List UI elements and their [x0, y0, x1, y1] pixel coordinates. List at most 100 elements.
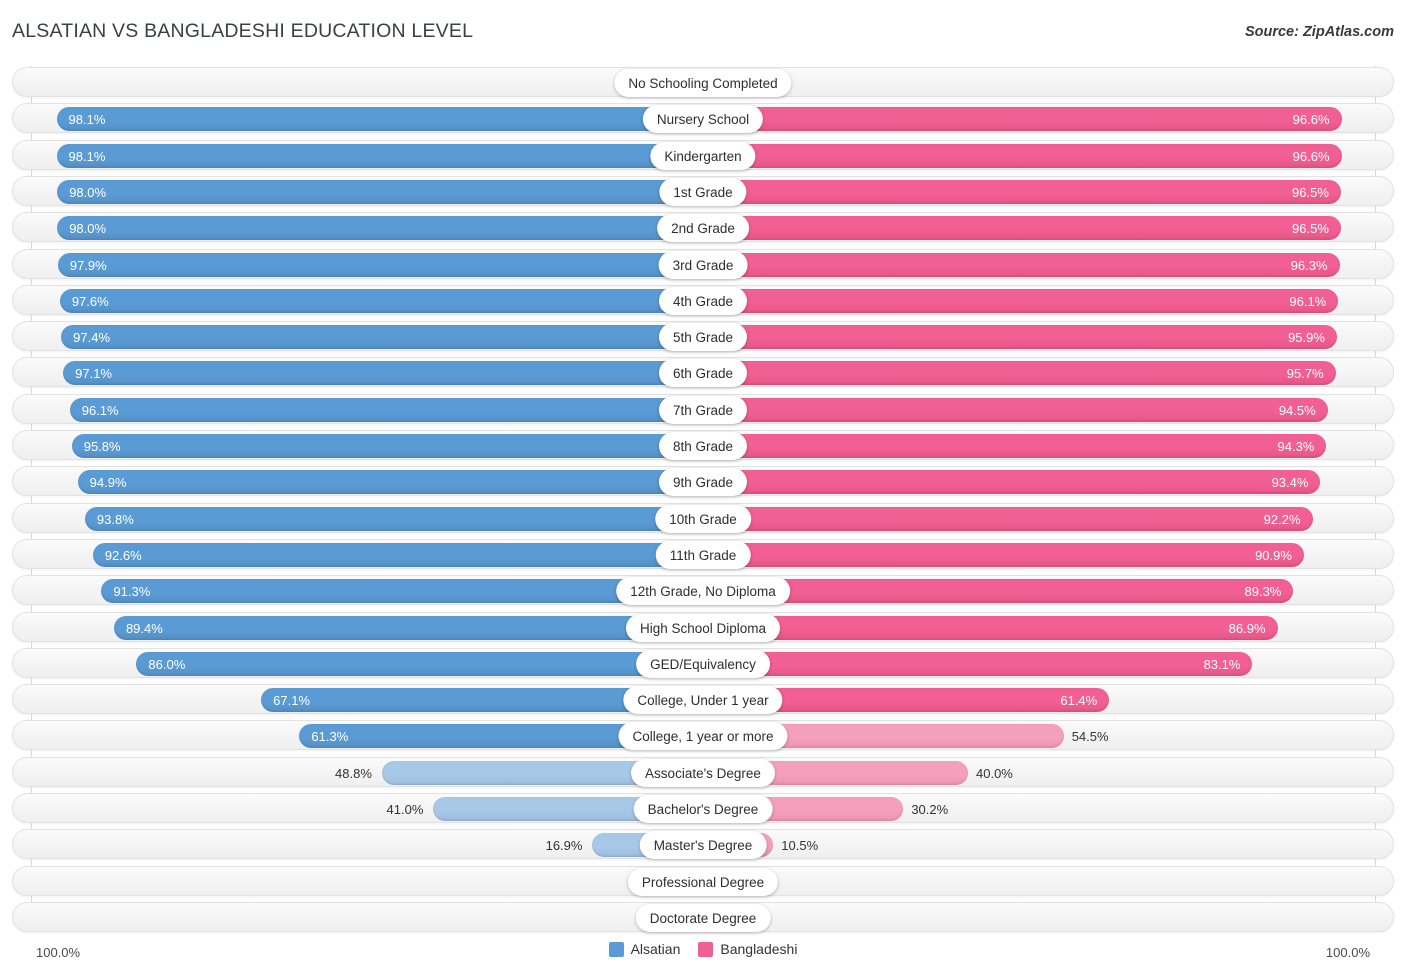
bar-alsatian[interactable]: 95.8%	[71, 434, 704, 458]
legend-swatch-bangladeshi	[698, 941, 714, 957]
table-row[interactable]: 98.0% 96.5% 1st Grade	[12, 176, 1394, 206]
bar-value-bangladeshi: 96.1%	[1289, 293, 1327, 309]
category-label: 3rd Grade	[658, 251, 748, 279]
bar-bangladeshi[interactable]: 96.5%	[704, 180, 1341, 204]
row-inner: 86.0% 83.1% GED/Equivalency	[13, 649, 1393, 678]
bar-value-alsatian: 91.3%	[113, 583, 151, 599]
bar-alsatian[interactable]: 97.9%	[57, 253, 704, 277]
legend-label-alsatian: Alsatian	[630, 941, 681, 957]
table-row[interactable]: 97.4% 95.9% 5th Grade	[12, 321, 1394, 351]
table-row[interactable]: 2.1%1.2%Doctorate Degree	[12, 902, 1394, 932]
bar-bangladeshi[interactable]: 96.5%	[704, 216, 1341, 240]
table-row[interactable]: 92.6% 90.9% 11th Grade	[12, 539, 1394, 569]
table-row[interactable]: 94.9% 93.4% 9th Grade	[12, 466, 1394, 496]
bar-alsatian[interactable]: 97.1%	[63, 361, 704, 385]
bar-alsatian[interactable]: 92.6%	[92, 543, 704, 567]
row-inner: 41.0% 30.2% Bachelor's Degree	[13, 794, 1393, 823]
row-inner: 98.0% 96.5% 2nd Grade	[13, 213, 1393, 242]
category-label: Professional Degree	[627, 868, 779, 896]
bar-value-alsatian: 98.0%	[69, 184, 107, 200]
table-row[interactable]: 89.4% 86.9% High School Diploma	[12, 612, 1394, 642]
bar-alsatian[interactable]: 97.4%	[61, 325, 704, 349]
bar-value-alsatian: 98.1%	[68, 148, 106, 164]
bar-bangladeshi[interactable]: 94.3%	[704, 434, 1327, 458]
legend-item-bangladeshi[interactable]: Bangladeshi	[698, 941, 797, 957]
table-row[interactable]: 54.5% 61.3% College, 1 year or more	[12, 720, 1394, 750]
bar-value-alsatian: 96.1%	[81, 402, 119, 418]
bar-value-bangladeshi: 83.1%	[1203, 656, 1241, 672]
bar-value-alsatian: 97.1%	[75, 365, 112, 381]
bar-alsatian[interactable]: 86.0%	[136, 652, 704, 676]
table-row[interactable]: 2.0%3.5%No Schooling Completed	[12, 67, 1394, 97]
bar-value-alsatian: 41.0%	[386, 801, 424, 817]
bar-bangladeshi[interactable]: 93.4%	[704, 470, 1321, 494]
bar-value-bangladeshi: 93.4%	[1271, 474, 1309, 490]
bar-bangladeshi[interactable]: 89.3%	[704, 579, 1294, 603]
bar-bangladeshi[interactable]: 90.9%	[704, 543, 1304, 567]
bar-value-alsatian: 93.8%	[96, 511, 134, 527]
bar-alsatian[interactable]: 94.9%	[77, 470, 704, 494]
bar-bangladeshi[interactable]: 96.6%	[704, 107, 1342, 131]
bar-bangladeshi[interactable]: 96.3%	[704, 253, 1340, 277]
row-inner: 2.1%1.2%Doctorate Degree	[13, 903, 1393, 932]
bar-bangladeshi[interactable]: 94.5%	[704, 398, 1328, 422]
category-label: 1st Grade	[659, 178, 747, 206]
table-row[interactable]: 16.9% 10.5% Master's Degree	[12, 829, 1394, 859]
category-label: Associate's Degree	[631, 759, 775, 787]
bar-alsatian[interactable]: 91.3%	[101, 579, 704, 603]
table-row[interactable]: 97.6% 96.1% 4th Grade	[12, 285, 1394, 315]
bar-value-bangladeshi: 94.5%	[1278, 402, 1316, 418]
bar-value-alsatian: 95.8%	[83, 438, 121, 454]
bar-value-bangladeshi: 90.9%	[1255, 547, 1292, 563]
bar-bangladeshi[interactable]: 95.9%	[704, 325, 1337, 349]
table-row[interactable]: 67.1% 61.4% College, Under 1 year	[12, 684, 1394, 714]
legend-item-alsatian[interactable]: Alsatian	[608, 941, 681, 957]
table-row[interactable]: 48.8% 40.0% Associate's Degree	[12, 757, 1394, 787]
category-label: Doctorate Degree	[635, 904, 771, 932]
table-row[interactable]: 97.9% 96.3% 3rd Grade	[12, 249, 1394, 279]
row-inner: 95.8% 94.3% 8th Grade	[13, 431, 1393, 460]
table-row[interactable]: 41.0% 30.2% Bachelor's Degree	[12, 793, 1394, 823]
bar-alsatian[interactable]: 96.1%	[69, 398, 704, 422]
bar-alsatian[interactable]: 98.1%	[56, 144, 704, 168]
bar-value-bangladeshi: 61.4%	[1060, 692, 1098, 708]
bar-value-bangladeshi: 95.7%	[1286, 365, 1324, 381]
chart-legend: Alsatian Bangladeshi	[0, 941, 1406, 957]
category-label: 8th Grade	[658, 432, 748, 460]
bar-bangladeshi[interactable]: 83.1%	[704, 652, 1253, 676]
category-label: Kindergarten	[650, 142, 756, 170]
bar-alsatian[interactable]: 97.6%	[59, 289, 704, 313]
table-row[interactable]: 98.0% 96.5% 2nd Grade	[12, 212, 1394, 242]
table-row[interactable]: 93.8% 92.2% 10th Grade	[12, 503, 1394, 533]
table-row[interactable]: 96.1% 94.5% 7th Grade	[12, 394, 1394, 424]
table-row[interactable]: 91.3% 89.3% 12th Grade, No Diploma	[12, 575, 1394, 605]
bar-alsatian[interactable]: 89.4%	[113, 616, 704, 640]
bar-bangladeshi[interactable]: 92.2%	[704, 507, 1313, 531]
category-label: 11th Grade	[655, 541, 751, 569]
bar-value-alsatian: 94.9%	[89, 474, 127, 490]
bar-value-alsatian: 16.9%	[545, 837, 583, 853]
bar-bangladeshi[interactable]: 86.9%	[704, 616, 1278, 640]
bar-bangladeshi[interactable]: 96.1%	[704, 289, 1339, 313]
category-label: Nursery School	[642, 105, 764, 133]
table-row[interactable]: 5.2%3.1%Professional Degree	[12, 866, 1394, 896]
table-row[interactable]: 98.1% 96.6% Nursery School	[12, 103, 1394, 133]
table-row[interactable]: 98.1% 96.6% Kindergarten	[12, 140, 1394, 170]
legend-label-bangladeshi: Bangladeshi	[720, 941, 798, 957]
bar-alsatian[interactable]: 93.8%	[84, 507, 704, 531]
bar-value-bangladeshi: 10.5%	[781, 837, 819, 853]
bar-alsatian[interactable]: 98.0%	[57, 216, 704, 240]
bar-bangladeshi[interactable]: 96.6%	[704, 144, 1342, 168]
row-inner: 67.1% 61.4% College, Under 1 year	[13, 685, 1393, 714]
bar-alsatian[interactable]: 98.0%	[57, 180, 704, 204]
category-label: 10th Grade	[655, 505, 751, 533]
table-row[interactable]: 97.1% 95.7% 6th Grade	[12, 357, 1394, 387]
row-inner: 93.8% 92.2% 10th Grade	[13, 504, 1393, 533]
row-inner: 96.1% 94.5% 7th Grade	[13, 395, 1393, 424]
row-inner: 89.4% 86.9% High School Diploma	[13, 613, 1393, 642]
table-row[interactable]: 86.0% 83.1% GED/Equivalency	[12, 648, 1394, 678]
table-row[interactable]: 95.8% 94.3% 8th Grade	[12, 430, 1394, 460]
bar-value-alsatian: 86.0%	[148, 656, 186, 672]
bar-alsatian[interactable]: 98.1%	[56, 107, 704, 131]
bar-bangladeshi[interactable]: 95.7%	[704, 361, 1336, 385]
